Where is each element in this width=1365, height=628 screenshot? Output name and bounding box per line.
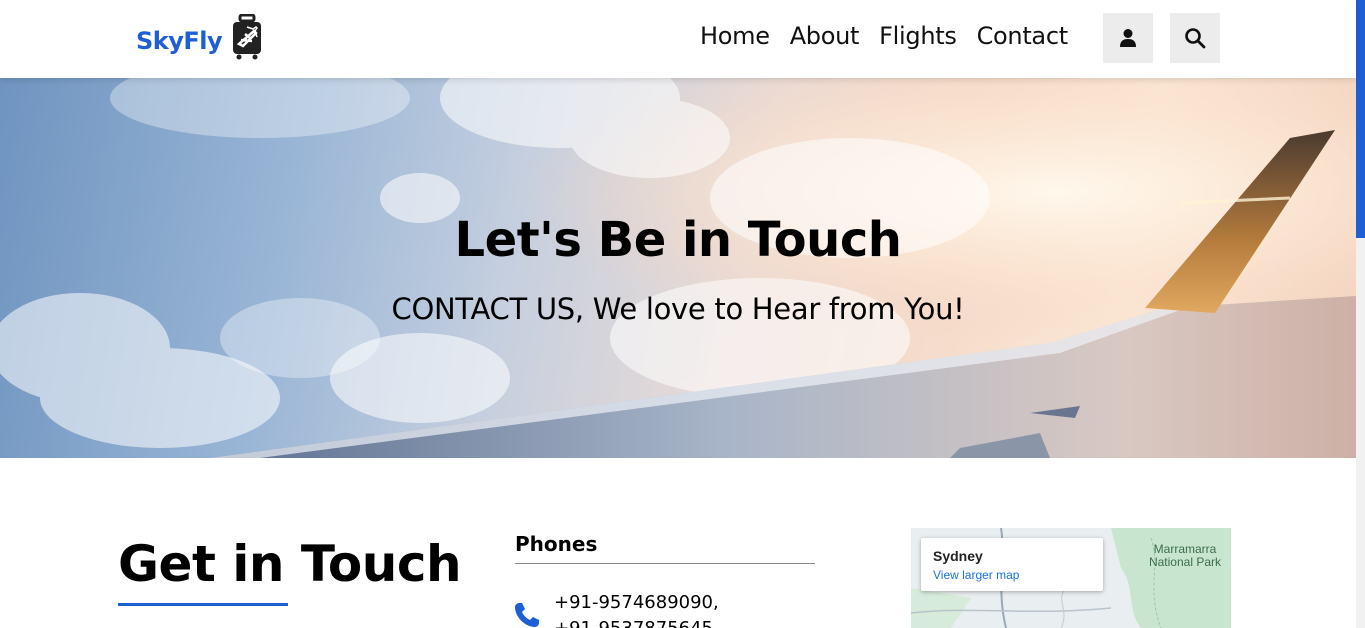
map-info-card: Sydney View larger map: [921, 538, 1103, 591]
hero-banner: Let's Be in Touch CONTACT US, We love to…: [0, 78, 1356, 458]
phone-number[interactable]: +91-9574689090,: [554, 592, 719, 613]
nav-item-about[interactable]: About: [790, 22, 860, 50]
luggage-plane-icon: [233, 14, 262, 60]
phone-icon: [515, 603, 539, 627]
map-city: Sydney: [933, 548, 983, 564]
embedded-map[interactable]: Sydney View larger map Marramarra Nation…: [911, 528, 1231, 628]
phones-heading: Phones: [515, 532, 598, 556]
brand-name: SkyFly: [136, 27, 223, 55]
phone-number[interactable]: +91-9537875645: [554, 618, 713, 628]
nav-item-flights[interactable]: Flights: [879, 22, 957, 50]
divider: [515, 563, 815, 564]
nav-item-home[interactable]: Home: [700, 22, 770, 50]
search-button[interactable]: [1170, 13, 1220, 63]
main-nav: Home About Flights Contact: [700, 22, 1068, 50]
map-place-label: Marramarra National Park: [1148, 542, 1222, 569]
title-underline: [118, 603, 288, 606]
nav-item-contact[interactable]: Contact: [977, 22, 1069, 50]
hero-subtitle: CONTACT US, We love to Hear from You!: [391, 292, 965, 326]
search-icon: [1185, 28, 1206, 49]
site-header: SkyFly Home About Flights Contact: [0, 0, 1356, 78]
user-icon: [1120, 29, 1136, 47]
scrollbar-thumb[interactable]: [1356, 0, 1365, 238]
hero-title: Let's Be in Touch: [454, 212, 902, 268]
section-title: Get in Touch: [118, 535, 462, 593]
user-button[interactable]: [1103, 13, 1153, 63]
brand-logo[interactable]: SkyFly: [136, 14, 264, 60]
view-larger-map-link[interactable]: View larger map: [933, 568, 1091, 582]
airplane-wing-image: [0, 78, 1356, 458]
